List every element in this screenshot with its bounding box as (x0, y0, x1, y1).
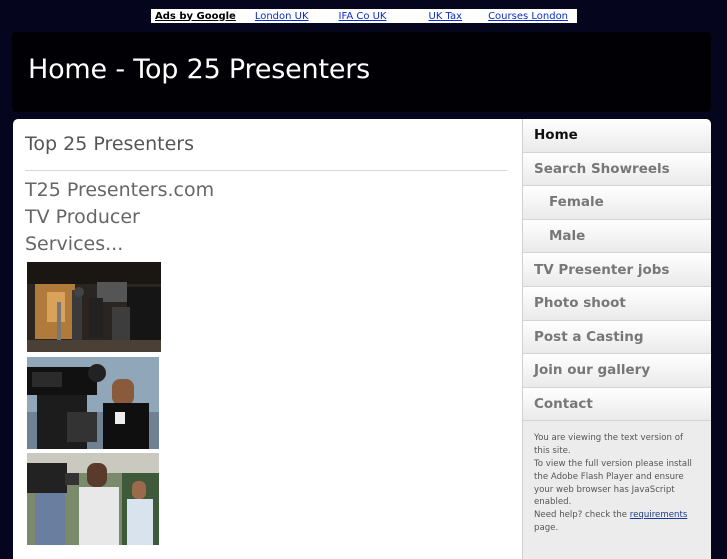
nav-item-label: Male (549, 228, 586, 245)
notice-help: Need help? check the requirements page. (534, 509, 701, 535)
press-event-photo[interactable] (27, 453, 159, 545)
heading-line-producer: TV Producer (25, 206, 140, 228)
ad-link-london-uk[interactable]: London UK (255, 11, 309, 22)
notice-help-prefix: Need help? check the (534, 510, 628, 521)
nav-item-tv-presenter-jobs[interactable]: TV Presenter jobs (523, 253, 711, 287)
nav-item-contact[interactable]: Contact (523, 387, 711, 422)
nav-item-label: Post a Casting (534, 328, 644, 345)
page-title: Top 25 Presenters (25, 133, 195, 155)
flash-notice: You are viewing the text version of this… (523, 421, 711, 534)
site-title: Home - Top 25 Presenters (28, 54, 371, 85)
requirements-link[interactable]: requirements (630, 510, 688, 520)
heading-line-services: Services... (25, 233, 124, 255)
nav-item-join-our-gallery[interactable]: Join our gallery (523, 354, 711, 388)
nav-item-male[interactable]: Male (523, 219, 711, 254)
ad-link-ifa-co-uk[interactable]: IFA Co UK (339, 11, 387, 22)
title-divider (25, 170, 507, 171)
nav-item-label: TV Presenter jobs (534, 261, 670, 278)
nav-item-label: Join our gallery (534, 362, 651, 379)
notice-text-version: You are viewing the text version of this… (534, 433, 684, 457)
nav-item-search-showreels[interactable]: Search Showreels (523, 152, 711, 187)
ad-link-uk-tax[interactable]: UK Tax (429, 11, 463, 22)
nav-item-label: Female (549, 194, 604, 211)
nav-item-home[interactable]: Home (523, 119, 711, 153)
nav-item-label: Search Showreels (534, 160, 670, 177)
ads-by-google-label[interactable]: Ads by Google (155, 11, 236, 22)
studio-crew-photo[interactable] (27, 262, 161, 352)
outdoor-interview-photo[interactable] (27, 357, 159, 449)
main-content: Top 25 Presenters T25 Presenters.com TV … (13, 119, 522, 559)
notice-help-suffix: page. (534, 522, 559, 533)
sidebar-nav: Home Search Showreels Female Male TV Pre… (522, 119, 711, 559)
nav-item-photo-shoot[interactable]: Photo shoot (523, 286, 711, 321)
heading-line-site: T25 Presenters.com (25, 179, 215, 201)
google-ads-bar: Ads by Google London UK IFA Co UK UK Tax… (151, 9, 577, 23)
notice-install-flash: To view the full version please install … (534, 458, 692, 508)
nav-item-female[interactable]: Female (523, 186, 711, 220)
nav-item-label: Home (534, 127, 578, 144)
ad-link-courses-london[interactable]: Courses London (488, 11, 568, 22)
nav-item-post-a-casting[interactable]: Post a Casting (523, 320, 711, 355)
site-header: Home - Top 25 Presenters (12, 32, 711, 112)
nav-item-label: Photo shoot (534, 295, 626, 312)
nav-item-label: Contact (534, 396, 593, 413)
